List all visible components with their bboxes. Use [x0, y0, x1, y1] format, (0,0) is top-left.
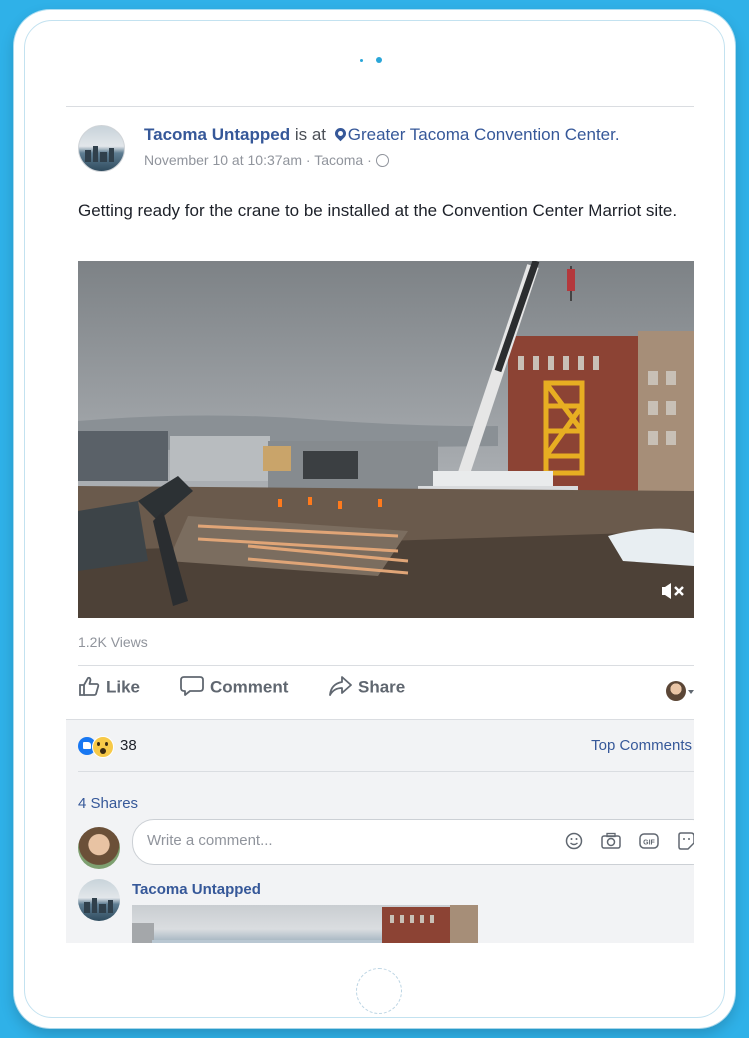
meta-separator: ·: [367, 152, 372, 168]
comment-label: Comment: [210, 677, 289, 697]
divider: [66, 719, 694, 720]
post-city[interactable]: Tacoma: [314, 152, 363, 168]
share-label: Share: [358, 677, 406, 697]
wow-reaction-icon: [92, 736, 114, 758]
share-button[interactable]: Share: [328, 676, 406, 699]
gif-icon[interactable]: GIF: [639, 832, 659, 850]
volume-mute-icon[interactable]: [662, 582, 686, 600]
map-pin-icon: [332, 125, 349, 142]
feedback-area: 38 Top Comments 4 Shares Write a comment…: [66, 719, 694, 943]
thumbs-up-icon: [79, 676, 100, 696]
comment-image[interactable]: [132, 905, 478, 943]
facebook-post-screen: Tacoma Untapped is at Greater Tacoma Con…: [66, 106, 694, 943]
share-arrow-icon: [329, 676, 352, 696]
meta-separator: ·: [305, 152, 311, 168]
divider: [78, 771, 694, 772]
tablet-frame: Tacoma Untapped is at Greater Tacoma Con…: [14, 10, 735, 1028]
view-count: 1.2K Views: [78, 634, 148, 650]
reply-author-avatar[interactable]: [78, 879, 120, 921]
page-name-link[interactable]: Tacoma Untapped: [144, 125, 290, 144]
globe-icon[interactable]: [375, 153, 389, 167]
post-video[interactable]: [78, 261, 694, 618]
camera-dot: [376, 57, 382, 63]
reply-author-name[interactable]: Tacoma Untapped: [132, 881, 261, 898]
divider: [78, 665, 694, 666]
comment-input[interactable]: Write a comment... GIF: [132, 819, 694, 865]
reaction-count: 38: [120, 737, 137, 754]
checkin-connector: is at: [294, 125, 327, 144]
video-frame: [78, 261, 694, 618]
post-text: Getting ready for the crane to be instal…: [78, 201, 678, 220]
like-label: Like: [106, 677, 141, 697]
shares-link[interactable]: 4 Shares: [78, 795, 138, 812]
post-title-line: Tacoma Untapped is at Greater Tacoma Con…: [144, 125, 620, 145]
viewer-avatar[interactable]: [666, 681, 686, 701]
post-timestamp[interactable]: November 10 at 10:37am: [144, 152, 302, 168]
sensor-dot: [360, 59, 363, 62]
location-link[interactable]: Greater Tacoma Convention Center.: [348, 125, 620, 144]
like-button[interactable]: Like: [78, 676, 141, 699]
post-meta: November 10 at 10:37am · Tacoma ·: [144, 152, 389, 168]
page-avatar[interactable]: [78, 125, 125, 172]
reactions-row[interactable]: 38 Top Comments: [78, 735, 694, 758]
action-bar: Like Comment Share: [78, 676, 694, 707]
top-comments-dropdown[interactable]: Top Comments: [591, 737, 692, 754]
svg-text:GIF: GIF: [643, 840, 655, 847]
comment-button[interactable]: Comment: [180, 676, 289, 699]
comment-placeholder: Write a comment...: [147, 832, 273, 849]
speech-bubble-icon: [180, 676, 204, 696]
post-header: Tacoma Untapped is at Greater Tacoma Con…: [78, 125, 694, 173]
home-button[interactable]: [356, 968, 402, 1014]
commenter-avatar[interactable]: [78, 827, 120, 869]
smiley-icon[interactable]: [565, 832, 583, 850]
camera-icon[interactable]: [601, 832, 621, 850]
chevron-down-icon[interactable]: [688, 690, 694, 694]
sticker-icon[interactable]: [677, 832, 694, 850]
